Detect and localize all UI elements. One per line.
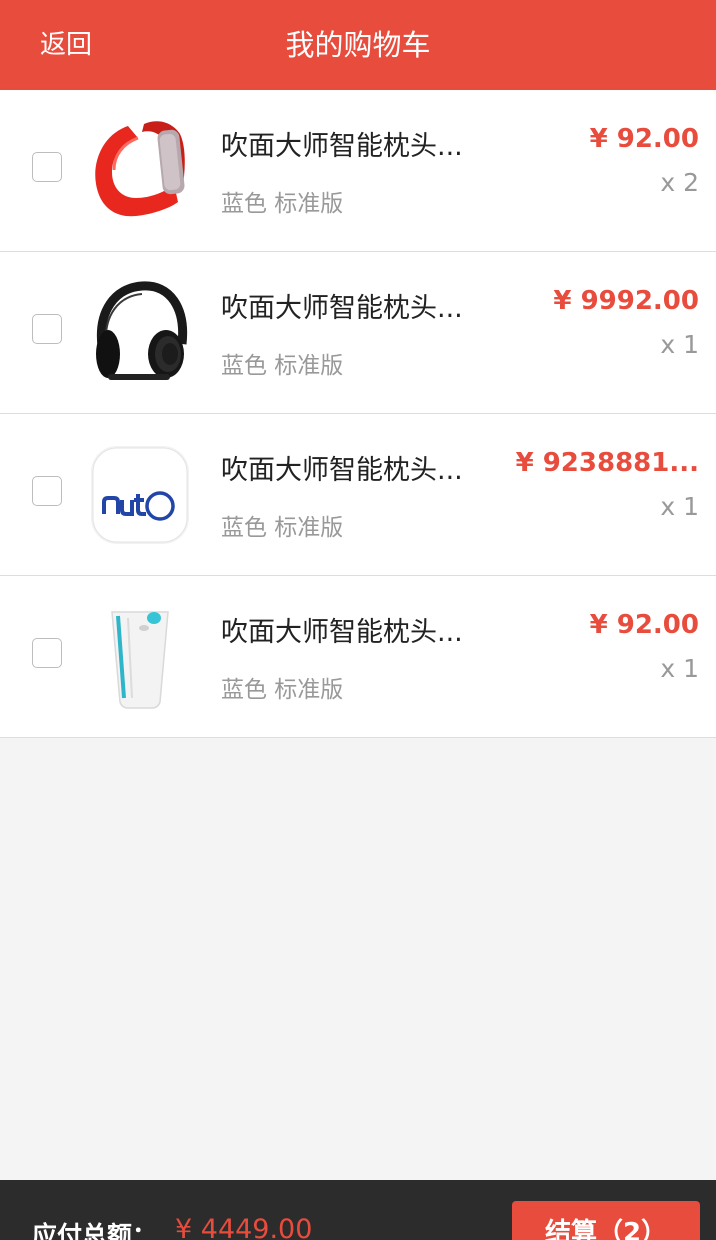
- cart-list: 吹面大师智能枕头... 蓝色 标准版 ¥ 92.00 x 2 吹面大师智能枕头.…: [0, 90, 716, 738]
- product-spec: 蓝色 标准版: [221, 191, 344, 217]
- select-item-checkbox[interactable]: [32, 314, 62, 344]
- back-button[interactable]: 返回: [40, 0, 92, 90]
- cart-item: 吹面大师智能枕头... 蓝色 标准版 ¥ 92.00 x 1: [0, 576, 716, 738]
- cart-item: 吹面大师智能枕头... 蓝色 标准版 ¥ 9238881... x 1: [0, 414, 716, 576]
- page-title: 我的购物车: [285, 28, 431, 62]
- product-price: ¥ 9238881...: [515, 448, 699, 478]
- select-item-checkbox[interactable]: [32, 476, 62, 506]
- product-quantity: x 2: [660, 168, 699, 197]
- product-price: ¥ 92.00: [589, 610, 699, 640]
- product-name[interactable]: 吹面大师智能枕头...: [221, 124, 481, 163]
- product-quantity: x 1: [660, 654, 699, 683]
- checkout-bar: 应付总额： ¥ 4449.00 结算（2）: [0, 1180, 716, 1240]
- top-nav-bar: 返回 我的购物车: [0, 0, 716, 90]
- product-name[interactable]: 吹面大师智能枕头...: [221, 286, 481, 325]
- product-price: ¥ 9992.00: [553, 286, 699, 316]
- product-name[interactable]: 吹面大师智能枕头...: [221, 448, 481, 487]
- product-price: ¥ 92.00: [589, 124, 699, 154]
- total-label: 应付总额：: [32, 1221, 158, 1240]
- cart-item: 吹面大师智能枕头... 蓝色 标准版 ¥ 92.00 x 2: [0, 90, 716, 252]
- product-spec: 蓝色 标准版: [221, 353, 344, 379]
- product-image-purifier: [88, 598, 192, 714]
- select-item-checkbox[interactable]: [32, 152, 62, 182]
- product-image-nut-tracker: [88, 436, 192, 552]
- checkout-button[interactable]: 结算（2）: [512, 1201, 700, 1240]
- product-quantity: x 1: [660, 330, 699, 359]
- product-spec: 蓝色 标准版: [221, 515, 344, 541]
- product-image-band: [88, 112, 192, 228]
- product-name[interactable]: 吹面大师智能枕头...: [221, 610, 481, 649]
- product-spec: 蓝色 标准版: [221, 677, 344, 703]
- select-item-checkbox[interactable]: [32, 638, 62, 668]
- product-image-headphones: [88, 274, 192, 390]
- total-amount: ¥ 4449.00: [175, 1214, 313, 1240]
- product-quantity: x 1: [660, 492, 699, 521]
- cart-item: 吹面大师智能枕头... 蓝色 标准版 ¥ 9992.00 x 1: [0, 252, 716, 414]
